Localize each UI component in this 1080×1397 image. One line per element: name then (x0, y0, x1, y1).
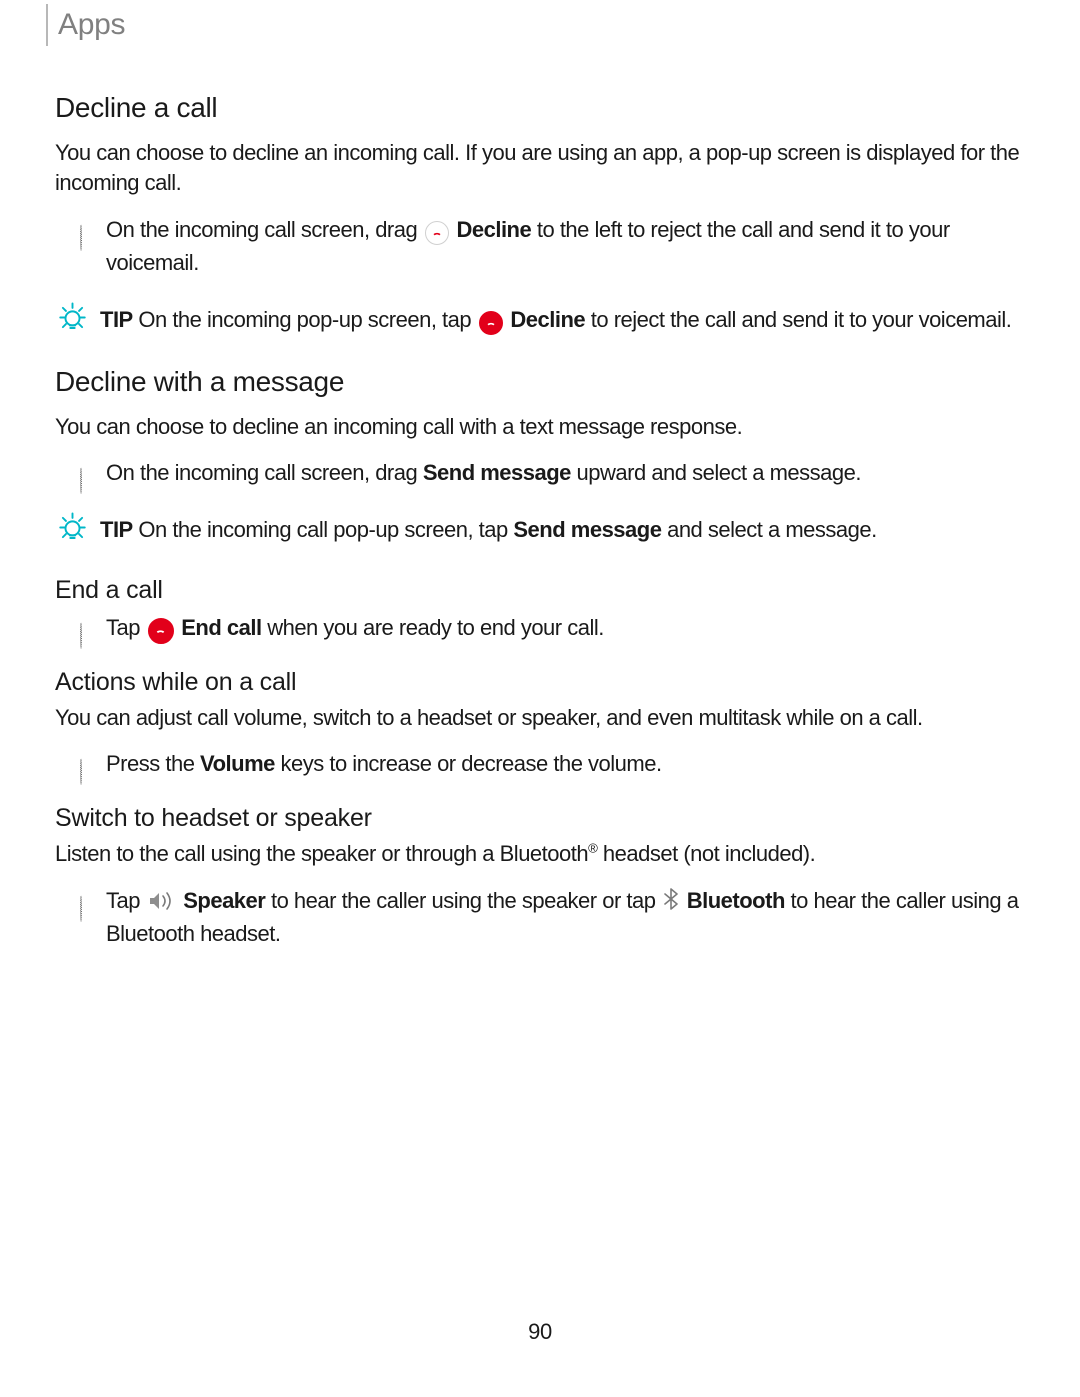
text: keys to increase or decrease the volume. (281, 751, 662, 776)
intro-switch: Listen to the call using the speaker or … (55, 839, 1025, 869)
text: upward and select a message. (577, 460, 861, 485)
list-item: Tap Speaker to hear the caller using the… (80, 884, 1025, 950)
text: when you are ready to end your call. (267, 615, 604, 640)
text: headset (not included). (597, 841, 815, 866)
tip-block: TIP On the incoming pop-up screen, tap D… (55, 303, 1025, 336)
bullet-circle-icon (80, 221, 94, 235)
text: Tap (106, 888, 146, 913)
bold-bluetooth: Bluetooth (687, 888, 785, 913)
lightbulb-icon (55, 300, 90, 335)
bullet-circle-icon (80, 755, 94, 769)
tip-label: TIP (100, 517, 133, 542)
list-item: Press the Volume keys to increase or dec… (80, 747, 1025, 780)
bullet-circle-icon (80, 619, 94, 633)
decline-outline-icon (425, 221, 449, 245)
text: Tap (106, 615, 146, 640)
intro-decline-message: You can choose to decline an incoming ca… (55, 412, 1025, 442)
bold-decline: Decline (456, 217, 531, 242)
bullet-list: Tap End call when you are ready to end y… (80, 611, 1025, 644)
bullet-circle-icon (80, 464, 94, 478)
section-decline-call: Decline a call You can choose to decline… (55, 92, 1025, 336)
lightbulb-icon (55, 510, 90, 545)
heading-decline-call: Decline a call (55, 92, 1025, 124)
bullet-list: On the incoming call screen, drag Declin… (80, 213, 1025, 279)
list-item: On the incoming call screen, drag Send m… (80, 456, 1025, 489)
registered-mark: ® (588, 841, 597, 856)
bold-endcall: End call (181, 615, 261, 640)
text: and select a message. (667, 517, 877, 542)
text: On the incoming call screen, drag (106, 217, 423, 242)
header-divider (46, 4, 48, 46)
bullet-list: Tap Speaker to hear the caller using the… (80, 884, 1025, 950)
intro-decline-call: You can choose to decline an incoming ca… (55, 138, 1025, 199)
text: Press the (106, 751, 200, 776)
page-number: 90 (0, 1319, 1080, 1345)
bold-sendmessage: Send message (513, 517, 661, 542)
text: to reject the call and send it to your v… (591, 307, 1012, 332)
text: On the incoming call pop-up screen, tap (138, 517, 513, 542)
text: On the incoming call screen, drag (106, 460, 423, 485)
document-page: Apps Decline a call You can choose to de… (0, 0, 1080, 1397)
bold-decline: Decline (510, 307, 585, 332)
speaker-icon (147, 890, 177, 912)
end-call-icon (148, 618, 174, 644)
heading-switch: Switch to headset or speaker (55, 804, 1025, 833)
heading-actions: Actions while on a call (55, 668, 1025, 697)
tip-label: TIP (100, 307, 133, 332)
bullet-list: Press the Volume keys to increase or dec… (80, 747, 1025, 780)
section-decline-message: Decline with a message You can choose to… (55, 366, 1025, 546)
tip-block: TIP On the incoming call pop-up screen, … (55, 513, 1025, 546)
text: On the incoming pop-up screen, tap (138, 307, 476, 332)
text: Listen to the call using the speaker or … (55, 841, 588, 866)
section-switch: Switch to headset or speaker Listen to t… (55, 804, 1025, 949)
heading-decline-message: Decline with a message (55, 366, 1025, 398)
page-header: Apps (55, 0, 1025, 46)
tip-text: TIP On the incoming pop-up screen, tap D… (100, 303, 1011, 336)
bold-sendmessage: Send message (423, 460, 571, 485)
tip-text: TIP On the incoming call pop-up screen, … (100, 513, 877, 546)
list-item: On the incoming call screen, drag Declin… (80, 213, 1025, 279)
bullet-circle-icon (80, 892, 94, 906)
bullet-list: On the incoming call screen, drag Send m… (80, 456, 1025, 489)
heading-end-call: End a call (55, 576, 1025, 605)
list-item: Tap End call when you are ready to end y… (80, 611, 1025, 644)
decline-filled-icon (479, 311, 503, 335)
section-actions: Actions while on a call You can adjust c… (55, 668, 1025, 780)
intro-actions: You can adjust call volume, switch to a … (55, 703, 1025, 733)
text: to hear the caller using the speaker or … (271, 888, 661, 913)
bold-speaker: Speaker (183, 888, 265, 913)
bluetooth-icon (662, 887, 680, 909)
section-end-call: End a call Tap End call when you are rea… (55, 576, 1025, 644)
header-title: Apps (58, 8, 125, 42)
bold-volume: Volume (200, 751, 275, 776)
